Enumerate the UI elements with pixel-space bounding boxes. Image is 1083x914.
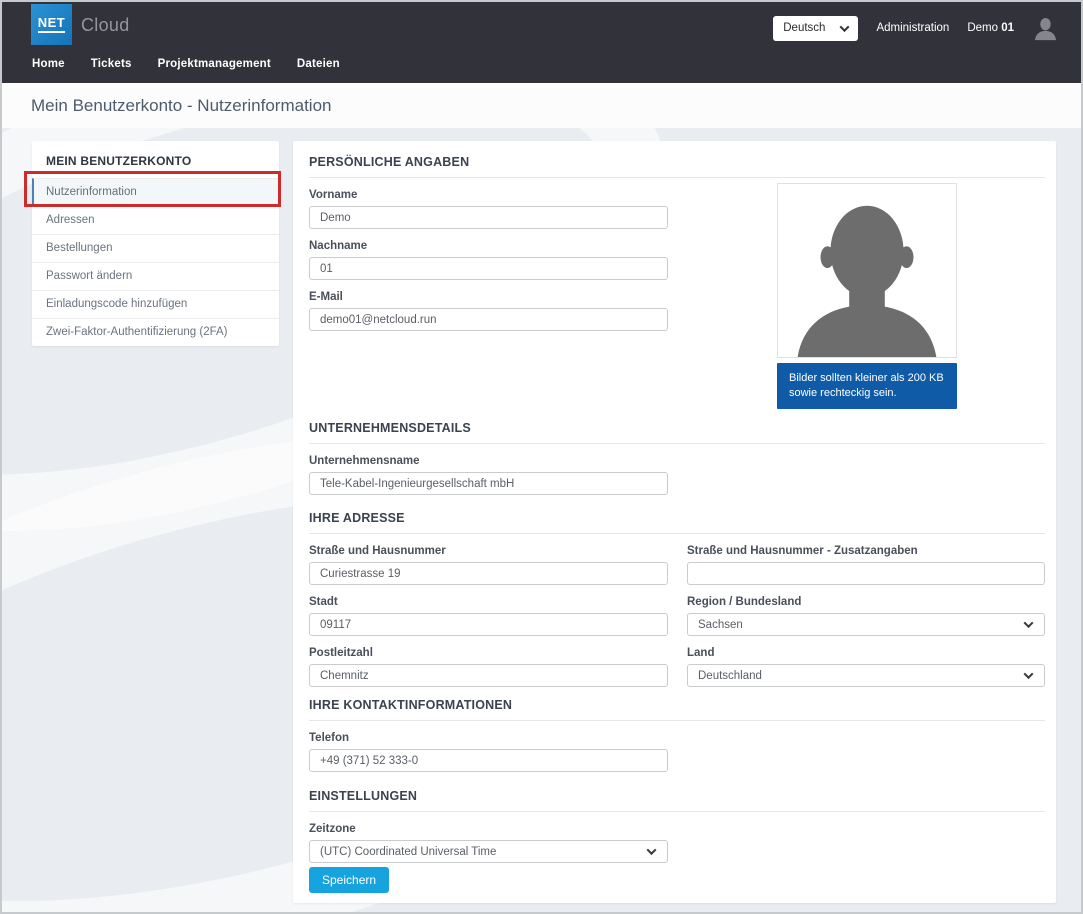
email-input[interactable] [309,308,668,331]
region-select-value: Sachsen [698,618,743,631]
section-title-company: UNTERNEHMENSDETAILS [309,421,1045,444]
strasse-zusatz-input[interactable] [687,562,1045,585]
page-title-bar: Mein Benutzerkonto - Nutzerinformation [2,83,1081,128]
photo-size-note: Bilder sollten kleiner als 200 KB sowie … [777,363,957,409]
field-region: Region / Bundesland Sachsen [687,596,1045,636]
sidebar-item-bestellungen[interactable]: Bestellungen [32,234,279,262]
section-contact: IHRE KONTAKTINFORMATIONEN Telefon [309,698,1045,772]
unternehmensname-input[interactable] [309,472,668,495]
strasse-zusatz-label: Straße und Hausnummer - Zusatzangaben [687,545,918,557]
user-menu-label[interactable]: Demo 01 [967,22,1014,34]
field-strasse-zusatz: Straße und Hausnummer - Zusatzangaben [687,545,1045,585]
nav-item-dateien[interactable]: Dateien [284,52,353,76]
sidebar-item-2fa[interactable]: Zwei-Faktor-Authentifizierung (2FA) [32,318,279,346]
sidebar-item-adressen[interactable]: Adressen [32,206,279,234]
telefon-input[interactable] [309,749,668,772]
sidebar-title: MEIN BENUTZERKONTO [46,154,192,168]
sidebar-item-passwort-aendern[interactable]: Passwort ändern [32,262,279,290]
section-title-contact: IHRE KONTAKTINFORMATIONEN [309,698,1045,721]
app-window: NET Cloud Home Tickets Projektmanagement… [0,0,1083,914]
top-header: NET Cloud Home Tickets Projektmanagement… [2,2,1081,83]
cloud-logo-text: Cloud [81,15,130,35]
land-select[interactable]: Deutschland [687,664,1045,687]
field-stadt: Stadt [309,596,668,636]
field-telefon: Telefon [309,732,1045,772]
user-info-form-card: PERSÖNLICHE ANGABEN Vorname Nachname E-M… [293,141,1056,903]
nav-item-tickets[interactable]: Tickets [78,52,145,76]
nav-item-projektmanagement[interactable]: Projektmanagement [145,52,284,76]
region-select[interactable]: Sachsen [687,613,1045,636]
net-logo-text: NET [37,16,66,33]
postleitzahl-label: Postleitzahl [309,647,373,659]
field-land: Land Deutschland [687,647,1045,687]
net-logo[interactable]: NET [31,4,72,45]
nav-item-home[interactable]: Home [19,52,78,76]
header-right-cluster: Deutsch Administration Demo 01 [773,14,1059,42]
section-title-personal: PERSÖNLICHE ANGABEN [309,155,1045,178]
postleitzahl-input[interactable] [309,664,668,687]
vorname-input[interactable] [309,206,668,229]
zeitzone-select-value: (UTC) Coordinated Universal Time [320,845,497,858]
unternehmensname-label: Unternehmensname [309,455,420,467]
person-silhouette-icon [797,205,937,357]
field-zeitzone: Zeitzone (UTC) Coordinated Universal Tim… [309,823,1045,863]
chevron-down-icon [646,845,657,856]
field-postleitzahl: Postleitzahl [309,647,668,687]
chevron-down-icon [839,21,850,32]
land-label: Land [687,647,715,659]
profile-photo-area: Bilder sollten kleiner als 200 KB sowie … [777,183,957,409]
zeitzone-label: Zeitzone [309,823,356,835]
section-settings: EINSTELLUNGEN Zeitzone (UTC) Coordinated… [309,789,1045,863]
zeitzone-select[interactable]: (UTC) Coordinated Universal Time [309,840,668,863]
section-company: UNTERNEHMENSDETAILS Unternehmensname [309,421,1045,495]
land-select-value: Deutschland [698,669,762,682]
language-select[interactable]: Deutsch [773,15,859,41]
page-title: Mein Benutzerkonto - Nutzerinformation [31,95,332,115]
chevron-down-icon [1023,618,1034,629]
field-strasse: Straße und Hausnummer [309,545,668,585]
field-unternehmensname: Unternehmensname [309,455,1045,495]
region-label: Region / Bundesland [687,596,802,608]
language-select-value: Deutsch [783,22,826,34]
sidebar-item-nutzerinformation[interactable]: Nutzerinformation [32,178,279,206]
content-area: MEIN BENUTZERKONTO Nutzerinformation Adr… [2,128,1081,912]
administration-link[interactable]: Administration [876,22,949,34]
strasse-input[interactable] [309,562,668,585]
strasse-label: Straße und Hausnummer [309,545,446,557]
profile-photo-upload[interactable] [777,183,957,358]
account-sidebar: MEIN BENUTZERKONTO Nutzerinformation Adr… [32,141,279,346]
nachname-input[interactable] [309,257,668,280]
save-button[interactable]: Speichern [309,867,390,893]
section-title-settings: EINSTELLUNGEN [309,789,1045,812]
section-address: IHRE ADRESSE Straße und Hausnummer Straß… [309,511,1045,687]
chevron-down-icon [1023,669,1034,680]
section-title-address: IHRE ADRESSE [309,511,1045,534]
user-avatar-icon[interactable] [1032,15,1059,42]
main-nav: Home Tickets Projektmanagement Dateien [19,52,353,76]
sidebar-item-einladungscode[interactable]: Einladungscode hinzufügen [32,290,279,318]
stadt-input[interactable] [309,613,668,636]
stadt-label: Stadt [309,596,338,608]
telefon-label: Telefon [309,732,350,744]
